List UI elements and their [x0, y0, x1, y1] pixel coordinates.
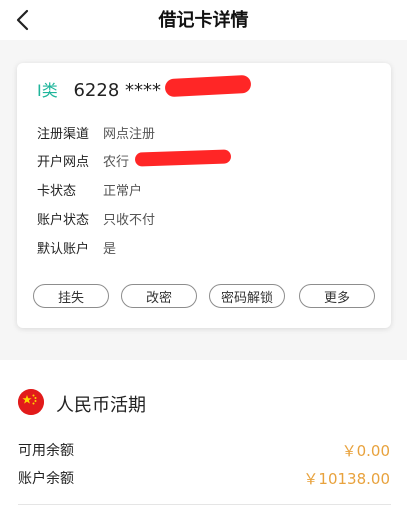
- divider: [18, 504, 391, 505]
- debit-card-panel: I类 6228 **** 注册渠道 网点注册 开户网点 农行 卡状态 正常户 账户状态…: [17, 63, 391, 328]
- redaction-mark: [134, 149, 232, 167]
- available-balance-value: ￥0.00: [341, 442, 390, 460]
- available-balance-label: 可用余额: [18, 443, 74, 459]
- card-number-line: I类 6228 ****: [37, 77, 161, 101]
- report-loss-button[interactable]: 挂失: [33, 284, 109, 308]
- currency-section: 人民币活期 可用余额 ￥0.00 账户余额 ￥10138.00: [0, 360, 407, 511]
- account-balance-value: ￥10138.00: [303, 470, 390, 488]
- info-row-channel: 注册渠道 网点注册: [37, 123, 155, 142]
- info-row-card-status: 卡状态 正常户: [37, 180, 142, 199]
- info-label: 默认账户: [37, 242, 90, 257]
- info-value: 只收不付: [103, 213, 156, 228]
- info-row-branch: 开户网点 农行: [37, 151, 129, 170]
- account-balance-row: 账户余额 ￥10138.00: [18, 468, 390, 488]
- more-button[interactable]: 更多: [299, 284, 375, 308]
- unlock-password-button[interactable]: 密码解锁: [209, 284, 285, 308]
- info-value: 农行: [103, 155, 130, 170]
- card-actions: 挂失 改密 密码解锁 更多: [33, 284, 375, 310]
- info-row-default-account: 默认账户是: [37, 238, 116, 257]
- info-value: 网点注册: [103, 127, 156, 142]
- info-value: 是: [103, 242, 117, 257]
- info-row-account-status: 账户状态 只收不付: [37, 209, 155, 228]
- available-balance-row: 可用余额 ￥0.00: [18, 440, 390, 460]
- top-bar: 借记卡详情: [0, 0, 407, 40]
- card-type-badge: I类: [37, 81, 58, 100]
- info-value: 正常户: [103, 184, 143, 199]
- info-label: 注册渠道: [37, 127, 90, 142]
- page-title: 借记卡详情: [158, 10, 249, 31]
- card-number: 6228 ****: [73, 80, 161, 101]
- china-flag-icon: [18, 389, 44, 415]
- info-label: 开户网点: [37, 155, 90, 170]
- account-balance-label: 账户余额: [18, 471, 74, 487]
- change-password-button[interactable]: 改密: [121, 284, 197, 308]
- info-label: 账户状态: [37, 213, 90, 228]
- redaction-mark: [164, 74, 252, 98]
- currency-title: 人民币活期: [56, 395, 146, 416]
- info-label: 卡状态: [37, 184, 77, 199]
